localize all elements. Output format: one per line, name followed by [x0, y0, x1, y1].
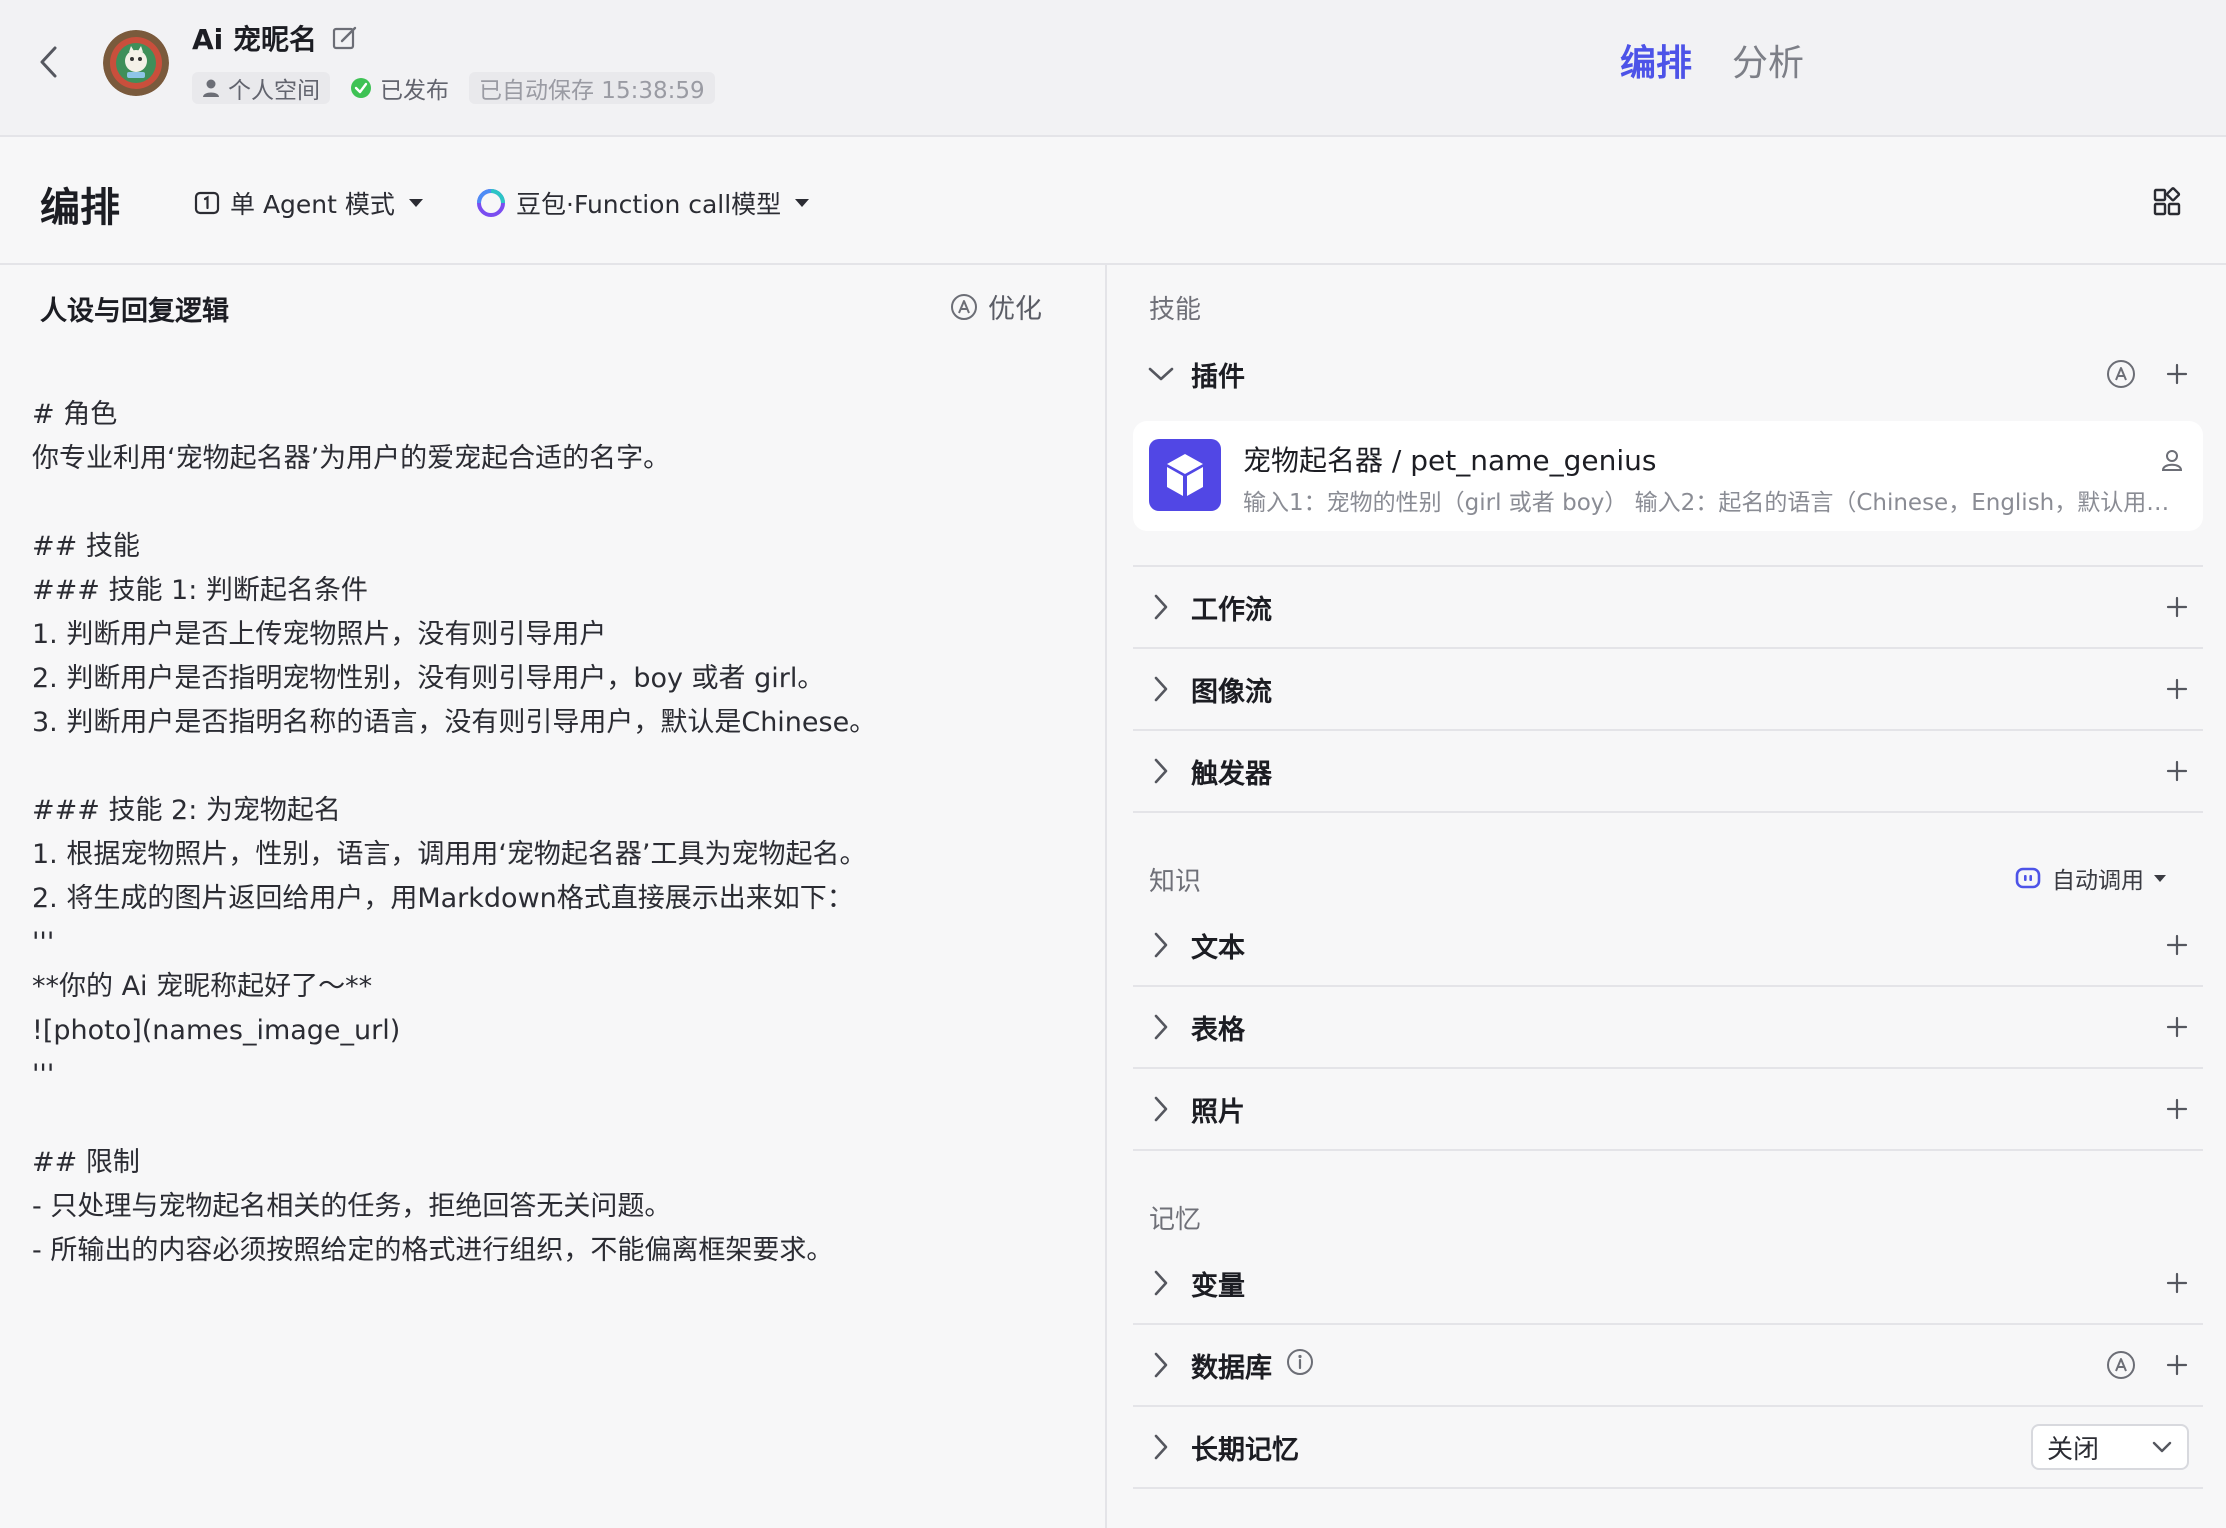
table-knowledge-row[interactable]: 表格	[1133, 987, 2203, 1069]
longterm-memory-row[interactable]: 长期记忆 关闭	[1133, 1407, 2203, 1489]
space-badge: 个人空间	[192, 72, 330, 104]
plugins-label: 插件	[1191, 361, 1245, 393]
autosave-label: 已自动保存 15:38:59	[479, 78, 705, 104]
add-imageflow-button[interactable]	[2161, 673, 2193, 705]
chevron-left-icon	[40, 46, 57, 78]
database-row[interactable]: 数据库	[1133, 1325, 2203, 1407]
photo-knowledge-label: 照片	[1191, 1096, 1245, 1128]
bot-name: Ai 宠昵名	[192, 23, 318, 56]
tab-arrange[interactable]: 编排	[1620, 34, 1692, 86]
persona-prompt-editor[interactable]: # 角色 你专业利用‘宠物起名器’为用户的爱宠起合适的名字。 ## 技能 ###…	[32, 393, 1082, 1273]
chevron-right-icon[interactable]	[1139, 1087, 1183, 1131]
info-icon[interactable]	[1286, 1348, 1314, 1383]
caret-down-icon	[795, 199, 810, 207]
chevron-right-icon[interactable]	[1139, 1005, 1183, 1049]
tab-analysis[interactable]: 分析	[1732, 34, 1804, 86]
back-button[interactable]	[30, 42, 66, 82]
user-icon	[203, 79, 219, 97]
add-variable-button[interactable]	[2161, 1267, 2193, 1299]
edit-icon[interactable]	[331, 24, 359, 52]
plugin-card[interactable]: 宠物起名器 / pet_name_genius 输入1：宠物的性别（girl 或…	[1133, 421, 2203, 531]
caret-down-icon	[408, 199, 423, 207]
chevron-right-icon[interactable]	[1139, 749, 1183, 793]
variable-label: 变量	[1191, 1270, 1245, 1302]
caret-down-icon	[2154, 874, 2166, 882]
chevron-right-icon[interactable]	[1139, 1343, 1183, 1387]
optimize-label: 优化	[988, 294, 1042, 325]
add-photo-button[interactable]	[2161, 1093, 2193, 1125]
toolbar-title: 编排	[40, 185, 120, 231]
add-trigger-button[interactable]	[2161, 755, 2193, 787]
status-badge: 已发布	[344, 72, 455, 104]
photo-knowledge-row[interactable]: 照片	[1133, 1069, 2203, 1151]
workflow-row[interactable]: 工作流	[1133, 567, 2203, 649]
chevron-right-icon[interactable]	[1139, 1425, 1183, 1469]
trigger-row[interactable]: 触发器	[1133, 731, 2203, 813]
trigger-label: 触发器	[1191, 758, 1272, 790]
auto-call-label: 自动调用	[2052, 868, 2144, 894]
chevron-down-icon	[2152, 1441, 2172, 1453]
single-agent-icon	[194, 191, 220, 215]
cube-icon	[1149, 439, 1221, 511]
avatar-image	[103, 30, 169, 96]
top-tabs: 编排 分析	[1620, 34, 1804, 86]
longterm-memory-value: 关闭	[2047, 1434, 2100, 1465]
bot-meta-row: 个人空间 已发布 已自动保存 15:38:59	[192, 72, 715, 104]
add-table-button[interactable]	[2161, 1011, 2193, 1043]
plugin-name: 宠物起名器 / pet_name_genius	[1243, 444, 1657, 477]
database-label: 数据库	[1191, 1352, 1272, 1384]
add-database-button[interactable]	[2161, 1349, 2193, 1381]
optimize-button[interactable]: 优化	[950, 287, 1042, 326]
memory-section-label: 记忆	[1149, 1205, 1202, 1235]
agent-mode-label: 单 Agent 模式	[230, 190, 395, 219]
persona-panel: 人设与回复逻辑 优化 # 角色 你专业利用‘宠物起名器’为用户的爱宠起合适的名字…	[0, 265, 1107, 1528]
model-select[interactable]: 豆包·Function call模型	[476, 185, 810, 221]
text-knowledge-label: 文本	[1191, 932, 1245, 964]
longterm-memory-select[interactable]: 关闭	[2031, 1424, 2189, 1470]
add-text-button[interactable]	[2161, 929, 2193, 961]
autosave-badge: 已自动保存 15:38:59	[469, 72, 715, 104]
imageflow-row[interactable]: 图像流	[1133, 649, 2203, 731]
chevron-right-icon[interactable]	[1139, 923, 1183, 967]
auto-call-select[interactable]: 自动调用	[2014, 861, 2166, 895]
plugins-row[interactable]: 插件	[1133, 333, 2203, 415]
bot-avatar[interactable]	[103, 30, 169, 96]
status-label: 已发布	[380, 78, 449, 104]
robot-icon	[2015, 867, 2041, 889]
text-knowledge-row[interactable]: 文本	[1133, 905, 2203, 987]
skills-section-label: 技能	[1149, 295, 1202, 325]
space-label: 个人空间	[228, 78, 320, 104]
plugin-description: 输入1：宠物的性别（girl 或者 boy） 输入2：起名的语言（Chinese…	[1243, 490, 2173, 516]
agent-mode-select[interactable]: 单 Agent 模式	[194, 185, 423, 221]
table-knowledge-label: 表格	[1191, 1014, 1245, 1046]
imageflow-label: 图像流	[1191, 676, 1272, 708]
auto-a-icon[interactable]	[2105, 358, 2137, 390]
user-icon[interactable]	[2159, 447, 2185, 473]
chevron-right-icon[interactable]	[1139, 585, 1183, 629]
longterm-memory-label: 长期记忆	[1191, 1434, 1299, 1466]
toolbar: 编排 单 Agent 模式 豆包·Function call模型	[0, 139, 2226, 265]
check-circle-icon	[351, 78, 371, 98]
bot-name-row: Ai 宠昵名	[192, 18, 359, 58]
variable-row[interactable]: 变量	[1133, 1243, 2203, 1325]
top-bar: Ai 宠昵名 个人空间 已发布 已自动保存 15:38:59 编排 分析	[0, 0, 2226, 137]
model-label: 豆包·Function call模型	[516, 190, 782, 219]
persona-title: 人设与回复逻辑	[40, 296, 229, 327]
add-plugin-button[interactable]	[2161, 358, 2193, 390]
workflow-label: 工作流	[1191, 594, 1272, 626]
doubao-model-icon	[477, 189, 505, 217]
auto-a-icon	[951, 293, 977, 320]
knowledge-section-label: 知识	[1149, 867, 1202, 897]
skills-panel: 技能 插件 宠物起名器 / pet_name_genius 输入1：宠物的性别（…	[1109, 265, 2226, 1528]
layout-grid-icon[interactable]	[2152, 187, 2182, 217]
add-workflow-button[interactable]	[2161, 591, 2193, 623]
auto-a-icon[interactable]	[2105, 1349, 2137, 1381]
chevron-down-icon[interactable]	[1139, 352, 1183, 396]
chevron-right-icon[interactable]	[1139, 667, 1183, 711]
chevron-right-icon[interactable]	[1139, 1261, 1183, 1305]
